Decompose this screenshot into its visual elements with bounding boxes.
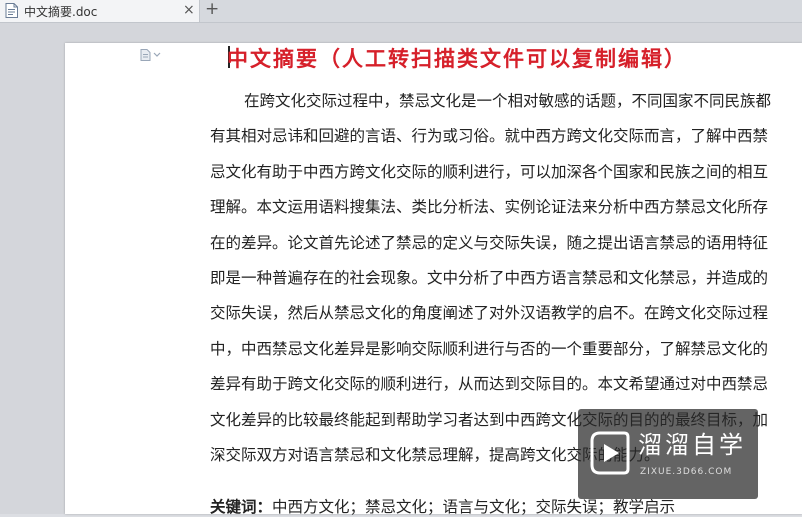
text-line: 理解。本文运用语料搜集法、类比分析法、实例论证法来分析中西方禁忌文化所存 xyxy=(210,198,769,217)
tab-title: 中文摘要.doc xyxy=(24,5,98,19)
close-tab-button[interactable]: × xyxy=(183,1,195,19)
watermark-url: ZIXUE.3D66.COM xyxy=(640,467,733,477)
play-logo-icon xyxy=(590,431,630,475)
document-tab[interactable]: 中文摘要.doc × xyxy=(0,0,200,22)
text-line: 中，中西禁忌文化差异是影响交际顺利进行与否的一个重要部分，了解禁忌文化的 xyxy=(210,339,769,358)
keywords-label: 关键词： xyxy=(210,497,273,516)
text-line: 有其相对忌讳和回避的言语、行为或习俗。就中西方跨文化交际而言，了解中西禁 xyxy=(210,127,769,146)
document-icon xyxy=(5,3,18,18)
watermark-name: 溜溜自学 xyxy=(638,431,746,459)
watermark-logo: 溜溜自学 ZIXUE.3D66.COM xyxy=(578,409,758,499)
document-title[interactable]: 中文摘要（人工转扫描类文件可以复制编辑） xyxy=(227,43,687,73)
text-line: 在的差异。论文首先论述了禁忌的定义与交际失误，随之提出语言禁忌的语用特征 xyxy=(210,233,769,252)
paragraph-marker-icon[interactable] xyxy=(140,49,166,61)
new-tab-button[interactable]: + xyxy=(205,0,219,19)
text-line: 即是一种普遍存在的社会现象。文中分析了中西方语言禁忌和文化禁忌，并造成的 xyxy=(210,268,769,287)
text-line: 在跨文化交际过程中，禁忌文化是一个相对敏感的话题，不同国家不同民族都 xyxy=(244,92,772,110)
keywords-text: 中西方文化；禁忌文化；语言与文化；交际失误；教学启示 xyxy=(272,498,676,516)
text-line: 忌文化有助于中西方跨文化交际的顺利进行，可以加深各个国家和民族之间的相互 xyxy=(210,162,769,181)
text-line: 差异有助于跨文化交际的顺利进行，从而达到交际目的。本文希望通过对中西禁忌 xyxy=(210,375,769,394)
text-line: 交际失误，然后从禁忌文化的角度阐述了对外汉语教学的启不。在跨文化交际过程 xyxy=(210,304,769,323)
tab-bar: 中文摘要.doc × + xyxy=(0,0,802,23)
